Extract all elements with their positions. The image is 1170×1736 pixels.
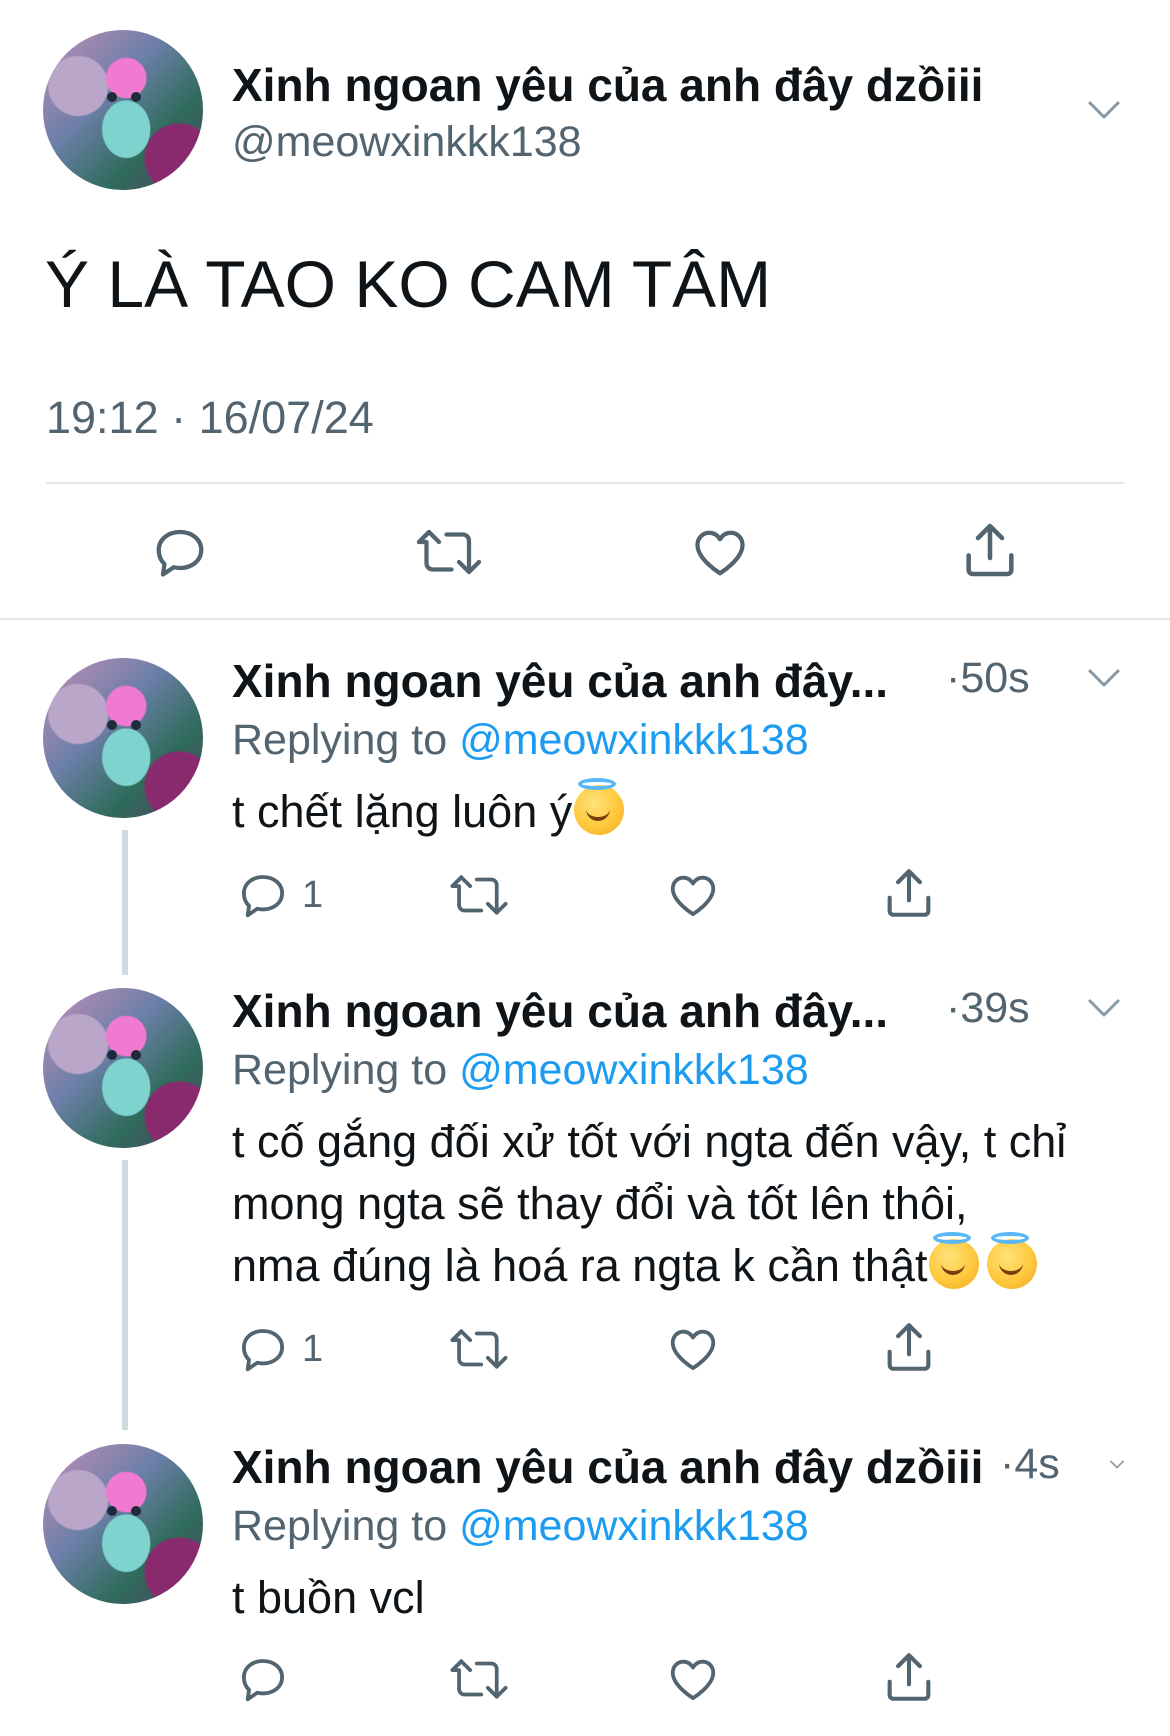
chevron-down-icon[interactable] [1110, 1460, 1124, 1469]
display-name[interactable]: Xinh ngoan yêu của anh đây... [232, 654, 888, 708]
reply-icon [156, 529, 204, 577]
share-icon [966, 523, 1014, 577]
like-icon [670, 875, 716, 917]
share-button[interactable] [880, 864, 938, 922]
like-button[interactable] [666, 1322, 720, 1376]
chevron-down-icon[interactable] [1088, 100, 1120, 120]
tweet-text: t chết lặng luôn ý [232, 778, 625, 840]
reply-button[interactable]: 1 [236, 1322, 323, 1376]
reply-icon [241, 1659, 285, 1702]
tweet-time[interactable]: ·50s [946, 654, 1030, 703]
retweet-button[interactable] [414, 522, 484, 582]
like-button[interactable] [690, 522, 750, 582]
share-icon [887, 1323, 931, 1371]
share-icon [887, 1653, 931, 1701]
replying-to: Replying to @meowxinkkk138 [232, 1502, 809, 1550]
thread-line [122, 830, 128, 975]
smiling-halo-emoji [987, 1232, 1038, 1289]
mention-link[interactable]: @meowxinkkk138 [459, 1046, 809, 1094]
reply-count: 1 [302, 873, 324, 916]
tweet-time[interactable]: ·39s [946, 984, 1030, 1033]
share-button[interactable] [958, 518, 1022, 582]
like-button[interactable] [666, 1652, 720, 1706]
tweet-time[interactable]: ·4s [1000, 1440, 1060, 1489]
thread-line [122, 1160, 128, 1430]
reply-count: 1 [302, 1327, 324, 1370]
reply-button[interactable] [236, 1652, 290, 1706]
avatar[interactable] [43, 30, 203, 190]
reply-icon [241, 875, 285, 918]
retweet-icon [416, 529, 482, 575]
retweet-button[interactable] [448, 1652, 510, 1706]
like-icon [670, 1659, 716, 1701]
mention-link[interactable]: @meowxinkkk138 [459, 1502, 809, 1550]
divider [46, 482, 1124, 484]
reply-button[interactable] [150, 522, 210, 582]
like-icon [670, 1329, 716, 1371]
display-name[interactable]: Xinh ngoan yêu của anh đây dzồiii [232, 58, 983, 112]
mention-link[interactable]: @meowxinkkk138 [459, 716, 809, 764]
smiling-halo-emoji [574, 778, 625, 835]
tweet-timestamp[interactable]: 19:12 · 16/07/24 [46, 392, 374, 444]
share-icon [887, 869, 931, 917]
avatar[interactable] [43, 1444, 203, 1604]
smiling-halo-emoji [929, 1232, 980, 1289]
retweet-icon [450, 1329, 508, 1369]
avatar[interactable] [43, 988, 203, 1148]
reply-button[interactable]: 1 [236, 868, 323, 922]
retweet-button[interactable] [448, 868, 510, 922]
like-button[interactable] [666, 868, 720, 922]
share-button[interactable] [880, 1648, 938, 1706]
tweet-text: Ý LÀ TAO KO CAM TÂM [45, 247, 772, 321]
like-icon [695, 530, 745, 576]
replying-to: Replying to @meowxinkkk138 [232, 716, 809, 764]
reply-icon [241, 1329, 285, 1372]
display-name[interactable]: Xinh ngoan yêu của anh đây... [232, 984, 888, 1038]
avatar[interactable] [43, 658, 203, 818]
tweet-text: t cố gắng đối xử tốt với ngta đến vậy, t… [232, 1116, 1067, 1291]
retweet-icon [450, 1659, 508, 1699]
retweet-button[interactable] [448, 1322, 510, 1376]
display-name[interactable]: Xinh ngoan yêu của anh đây dzồiii [232, 1440, 983, 1494]
tweet-text: t buồn vcl [232, 1572, 425, 1623]
handle[interactable]: @meowxinkkk138 [232, 118, 582, 167]
chevron-down-icon[interactable] [1088, 668, 1120, 688]
replying-to: Replying to @meowxinkkk138 [232, 1046, 809, 1094]
chevron-down-icon[interactable] [1088, 998, 1120, 1018]
divider [0, 618, 1170, 620]
share-button[interactable] [880, 1318, 938, 1376]
retweet-icon [450, 875, 508, 915]
